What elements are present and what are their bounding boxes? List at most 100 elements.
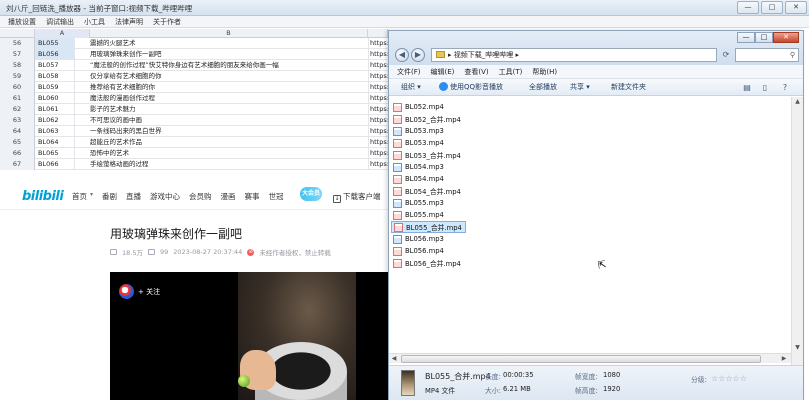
- menu-tools[interactable]: 小工具: [84, 16, 105, 27]
- cell-a[interactable]: BL065: [35, 148, 75, 159]
- file-item[interactable]: BL056_合并.mp4: [391, 257, 464, 269]
- cell-c[interactable]: https:: [368, 115, 388, 126]
- video-player[interactable]: + 关注: [110, 272, 388, 400]
- uploader-avatar[interactable]: [119, 284, 134, 299]
- row-number[interactable]: 66: [0, 148, 35, 159]
- cell-c[interactable]: https:: [368, 82, 388, 93]
- menu-file[interactable]: 文件(F): [397, 65, 421, 78]
- file-item[interactable]: BL056.mp3: [391, 233, 447, 245]
- file-item-selected[interactable]: BL055_合并.mp4: [391, 221, 466, 233]
- file-item[interactable]: BL056.mp4: [391, 245, 447, 257]
- cell-b[interactable]: 不可思议的画中画: [90, 115, 368, 126]
- organize-button[interactable]: 组织 ▾: [401, 79, 421, 96]
- vip-mascot-icon[interactable]: 大会员: [300, 187, 322, 201]
- menu-edit[interactable]: 编辑(E): [431, 65, 455, 78]
- scroll-left-icon[interactable]: ◀: [389, 354, 399, 364]
- cell-a[interactable]: BL055: [35, 38, 75, 49]
- search-input[interactable]: ⚲: [735, 48, 799, 62]
- follow-button[interactable]: + 关注: [138, 287, 160, 297]
- menu-tools[interactable]: 工具(T): [499, 65, 523, 78]
- minimize-button[interactable]: —: [737, 1, 759, 14]
- maximize-button[interactable]: □: [761, 1, 783, 14]
- nav-world-cup[interactable]: 世冠: [269, 191, 284, 202]
- file-item[interactable]: BL054.mp4: [391, 173, 447, 185]
- rating-stars[interactable]: ☆☆☆☆☆: [711, 374, 747, 383]
- back-arrow-icon[interactable]: ◀: [395, 48, 409, 62]
- cell-c[interactable]: https:: [368, 126, 388, 137]
- play-all-button[interactable]: 全部播放: [529, 79, 557, 96]
- column-header-a[interactable]: A: [35, 29, 90, 38]
- explorer-close-button[interactable]: ✕: [773, 32, 799, 43]
- file-item[interactable]: BL054.mp3: [391, 161, 447, 173]
- preview-pane-icon[interactable]: ▯: [759, 82, 771, 93]
- bilibili-logo[interactable]: bilibili: [22, 189, 64, 204]
- scroll-right-icon[interactable]: ▶: [779, 354, 789, 364]
- row-number[interactable]: 63: [0, 115, 35, 126]
- row-number[interactable]: 62: [0, 104, 35, 115]
- cell-a[interactable]: BL064: [35, 137, 75, 148]
- cell-c[interactable]: https:: [368, 137, 388, 148]
- cell-c[interactable]: https:: [368, 104, 388, 115]
- explorer-maximize-button[interactable]: □: [755, 32, 773, 43]
- cell-a[interactable]: BL063: [35, 126, 75, 137]
- menu-about[interactable]: 关于作者: [153, 16, 181, 27]
- cell-a[interactable]: BL060: [35, 93, 75, 104]
- file-item[interactable]: BL053_合并.mp4: [391, 149, 464, 161]
- cell-b[interactable]: 震撼的火腿艺术: [90, 38, 368, 49]
- nav-live[interactable]: 直播: [126, 191, 141, 202]
- scroll-up-icon[interactable]: ▲: [792, 97, 803, 107]
- file-item[interactable]: BL054_合并.mp4: [391, 185, 464, 197]
- nav-mall[interactable]: 会员购: [189, 191, 212, 202]
- cell-c[interactable]: https:: [368, 93, 388, 104]
- cell-a[interactable]: BL058: [35, 71, 75, 82]
- address-bar[interactable]: ▸ 视频下载_哔哩哔哩 ▸: [431, 48, 717, 62]
- cell-b[interactable]: 推荐给有艺术细胞的你: [90, 82, 368, 93]
- new-folder-button[interactable]: 新建文件夹: [611, 79, 646, 96]
- cell-b[interactable]: 用玻璃弹珠来创作一副吧: [90, 49, 368, 60]
- cell-c[interactable]: https:: [368, 71, 388, 82]
- close-button[interactable]: ✕: [785, 1, 807, 14]
- vertical-scrollbar[interactable]: ▲ ▼: [791, 97, 803, 365]
- refresh-icon[interactable]: ⟳: [719, 48, 733, 62]
- nav-game-center[interactable]: 游戏中心: [150, 191, 180, 202]
- row-number[interactable]: 56: [0, 38, 35, 49]
- cell-c[interactable]: https:: [368, 159, 388, 170]
- scrollbar-thumb[interactable]: [401, 355, 761, 363]
- file-item[interactable]: BL055.mp4: [391, 209, 447, 221]
- cell-b[interactable]: 恐怖中的艺术: [90, 148, 368, 159]
- menu-debug-output[interactable]: 调试输出: [46, 16, 74, 27]
- cell-c[interactable]: https:: [368, 49, 388, 60]
- share-button[interactable]: 共享 ▾: [570, 79, 590, 96]
- cell-b[interactable]: 影子的艺术魅力: [90, 104, 368, 115]
- row-number[interactable]: 61: [0, 93, 35, 104]
- file-item[interactable]: BL052.mp4: [391, 101, 447, 113]
- cell-b[interactable]: 手绘萤格动画的过程: [90, 159, 368, 170]
- cell-a[interactable]: BL066: [35, 159, 75, 170]
- cell-a[interactable]: BL061: [35, 104, 75, 115]
- cell-a[interactable]: BL056: [35, 49, 75, 60]
- cell-c[interactable]: https:: [368, 38, 388, 49]
- menu-legal[interactable]: 法律声明: [115, 16, 143, 27]
- view-options-icon[interactable]: ▤: [741, 82, 753, 93]
- cell-b[interactable]: 魔法般的漫画创作过程: [90, 93, 368, 104]
- cell-b[interactable]: 超能丘的艺术作品: [90, 137, 368, 148]
- horizontal-scrollbar[interactable]: ◀ ▶: [389, 353, 791, 363]
- scroll-down-icon[interactable]: ▼: [792, 343, 803, 353]
- row-number[interactable]: 58: [0, 60, 35, 71]
- nav-esports[interactable]: 赛事: [245, 191, 260, 202]
- nav-home[interactable]: 首页: [72, 191, 87, 202]
- cell-c[interactable]: https:: [368, 60, 388, 71]
- chevron-down-icon[interactable]: ▾: [90, 191, 93, 202]
- column-header-c[interactable]: [368, 29, 388, 38]
- file-item[interactable]: BL053.mp4: [391, 137, 447, 149]
- row-number[interactable]: 67: [0, 159, 35, 170]
- explorer-minimize-button[interactable]: —: [737, 32, 755, 43]
- nav-manga[interactable]: 漫画: [221, 191, 236, 202]
- nav-anime[interactable]: 番剧: [102, 191, 117, 202]
- corner-cell[interactable]: [0, 29, 35, 38]
- cell-b[interactable]: 一条线码出来的黑白世界: [90, 126, 368, 137]
- cell-a[interactable]: BL057: [35, 60, 75, 71]
- file-item[interactable]: BL053.mp3: [391, 125, 447, 137]
- file-item[interactable]: BL055.mp3: [391, 197, 447, 209]
- forward-arrow-icon[interactable]: ▶: [411, 48, 425, 62]
